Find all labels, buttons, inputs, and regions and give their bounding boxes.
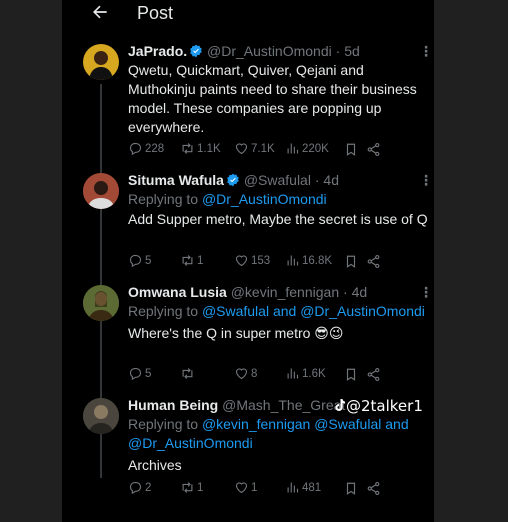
reply-count: 5 <box>145 367 152 380</box>
heart-icon <box>235 482 248 494</box>
repost-icon <box>182 482 193 493</box>
post-text: Archives <box>128 457 182 473</box>
reply-icon <box>129 254 142 268</box>
like-button[interactable]: 1 <box>234 480 257 495</box>
views-button[interactable]: 16.8K <box>285 253 332 268</box>
repost-icon <box>182 368 193 379</box>
share-icon[interactable] <box>366 254 381 269</box>
action-bar: 5 1 153 16.8K <box>128 253 428 271</box>
top-bar: Post <box>62 0 434 30</box>
bookmark-icon[interactable] <box>344 481 358 496</box>
post-screen: Post JaPrado. @Dr_AustinOmondi · 5d ⋮ Qw… <box>62 0 434 522</box>
tiktok-logo-icon <box>335 399 345 411</box>
author-name[interactable]: Omwana Lusia <box>128 284 227 300</box>
bookmark-icon[interactable] <box>344 254 358 269</box>
heart-icon <box>235 255 248 267</box>
author-handle: @kevin_fennigan <box>230 284 340 300</box>
like-count: 8 <box>251 367 258 380</box>
page-title: Post <box>137 3 174 23</box>
replying-to: Replying to @Dr_AustinOmondi <box>128 191 327 207</box>
like-count: 7.1K <box>251 142 275 155</box>
views-count: 220K <box>302 142 329 155</box>
replying-to: Replying to @Swafulal and @Dr_AustinOmon… <box>128 303 425 319</box>
heart-icon <box>235 368 248 380</box>
repost-button[interactable]: 1.1K <box>180 141 221 156</box>
avatar[interactable] <box>83 285 119 321</box>
views-icon <box>287 482 299 493</box>
reply-button[interactable]: 5 <box>128 366 151 381</box>
views-button[interactable]: 220K <box>285 141 329 156</box>
repost-icon <box>182 255 193 266</box>
reply-icon <box>129 142 142 156</box>
post-time: 5d <box>344 43 360 59</box>
repost-button[interactable] <box>180 366 197 381</box>
repost-count: 1 <box>197 254 204 267</box>
repost-count: 1.1K <box>197 142 221 155</box>
author-handle: @Swafulal <box>243 172 311 188</box>
more-options-icon[interactable]: ⋮ <box>419 42 433 61</box>
share-icon[interactable] <box>366 367 381 382</box>
author-handle: @Dr_AustinOmondi <box>207 43 332 59</box>
views-icon <box>287 143 299 154</box>
like-count: 153 <box>251 254 271 267</box>
like-button[interactable]: 7.1K <box>234 141 275 156</box>
views-icon <box>287 368 299 379</box>
author-name[interactable]: JaPrado. <box>128 43 187 59</box>
bookmark-icon[interactable] <box>344 367 358 382</box>
repost-button[interactable]: 1 <box>180 480 203 495</box>
repost-icon <box>182 143 193 154</box>
repost-count: 1 <box>197 481 204 494</box>
reply-count: 5 <box>145 254 152 267</box>
share-icon[interactable] <box>366 142 381 157</box>
reply-count: 2 <box>145 481 152 494</box>
reply-button[interactable]: 5 <box>128 253 151 268</box>
like-count: 1 <box>251 481 258 494</box>
like-button[interactable]: 8 <box>234 366 257 381</box>
views-count: 1.6K <box>302 367 326 380</box>
post-text: Add Supper metro, Maybe the secret is us… <box>128 211 428 227</box>
mention-link[interactable]: @Dr_AustinOmondi <box>202 191 327 207</box>
views-count: 16.8K <box>302 254 333 267</box>
post-text: Where's the Q in super metro 😎😉 <box>128 325 344 341</box>
author-name[interactable]: Situma Wafula <box>128 172 224 188</box>
post-time: 4d <box>351 284 368 300</box>
reply-button[interactable]: 2 <box>128 480 151 495</box>
avatar[interactable] <box>83 398 119 434</box>
avatar[interactable] <box>83 44 119 80</box>
back-arrow-icon[interactable] <box>90 2 110 22</box>
reply-icon <box>129 481 142 495</box>
views-icon <box>287 255 299 266</box>
reply-button[interactable]: 228 <box>128 141 164 156</box>
replying-to: Replying to @kevin_fennigan @Swafulal an… <box>128 416 409 451</box>
verified-badge-icon <box>227 173 239 187</box>
more-options-icon[interactable]: ⋮ <box>419 171 433 190</box>
post-text: Qwetu, Quickmart, Quiver, Qejani and Mut… <box>128 62 417 135</box>
action-bar: 228 1.1K 7.1K 220K <box>128 141 428 159</box>
author-name[interactable]: Human Being <box>128 397 218 413</box>
more-options-icon[interactable]: ⋮ <box>419 283 433 302</box>
verified-badge-icon <box>190 44 202 58</box>
bookmark-icon[interactable] <box>344 142 358 157</box>
views-count: 481 <box>302 481 322 494</box>
author-handle: @Mash_The_Great <box>222 397 346 413</box>
action-bar: 2 1 1 481 <box>128 480 428 498</box>
views-button[interactable]: 1.6K <box>285 366 326 381</box>
avatar[interactable] <box>83 173 119 209</box>
mention-link[interactable]: @Swafulal and @Dr_AustinOmondi <box>202 303 425 319</box>
tiktok-watermark: @2talker1 <box>334 397 423 415</box>
post-time: 4d <box>323 172 339 188</box>
views-button[interactable]: 481 <box>285 480 321 495</box>
share-icon[interactable] <box>366 481 381 496</box>
heart-icon <box>235 143 248 155</box>
repost-button[interactable]: 1 <box>180 253 203 268</box>
reply-count: 228 <box>145 142 165 155</box>
like-button[interactable]: 153 <box>234 253 270 268</box>
reply-icon <box>129 367 142 381</box>
action-bar: 5 8 1.6K <box>128 366 428 384</box>
watermark-text: @2talker1 <box>346 397 423 415</box>
